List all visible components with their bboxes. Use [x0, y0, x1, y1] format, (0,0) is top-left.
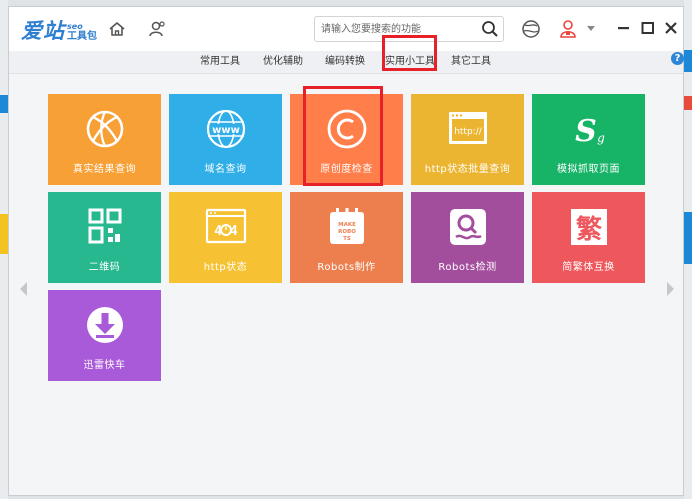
tile-label: 真实结果查询	[73, 164, 136, 175]
http-browser-icon: http://	[449, 112, 487, 144]
help-icon[interactable]: ?	[671, 52, 684, 65]
make-robots-icon-text: MAKE ROBOTS	[338, 222, 356, 240]
browser-globe-icon[interactable]	[521, 19, 541, 39]
logo-sub-text: 工具包	[67, 31, 97, 42]
tile-label: 迅雷快车	[83, 360, 126, 371]
tile-qr-code[interactable]: 二维码	[48, 192, 161, 283]
tab-other-tools[interactable]: 其它工具	[451, 51, 491, 73]
tile-simulate-crawl[interactable]: S g 模拟抓取页面	[532, 94, 645, 185]
svg-text:www: www	[212, 125, 240, 136]
tab-optimization[interactable]: 优化辅助	[263, 51, 303, 73]
robot-face-icon	[450, 209, 486, 245]
svg-text:g: g	[597, 131, 605, 145]
background-fragment	[684, 50, 692, 72]
tile-label: 原创度检查	[320, 164, 373, 175]
tile-label: 简繁体互换	[562, 262, 615, 273]
search-icon[interactable]	[481, 20, 499, 38]
chevron-left-icon[interactable]	[19, 282, 29, 296]
background-fragment	[0, 214, 8, 254]
tab-common-tools[interactable]: 常用工具	[200, 51, 240, 73]
tile-label: Robots制作	[317, 262, 376, 273]
search-box	[314, 16, 504, 42]
tile-label: Robots检测	[438, 262, 497, 273]
error-404-icon: 4 4	[205, 208, 247, 244]
tile-label: 二维码	[88, 262, 121, 273]
tile-http-status[interactable]: 4 4 http状态	[169, 192, 282, 283]
home-icon[interactable]	[107, 20, 127, 38]
user-settings-icon[interactable]	[147, 20, 167, 38]
tile-simplified-traditional[interactable]: 繁 简繁体互换	[532, 192, 645, 283]
tile-domain-query[interactable]: www 域名查询	[169, 94, 282, 185]
title-bar: 爱站 seo 工具包	[9, 7, 683, 52]
chevron-down-icon[interactable]	[587, 26, 595, 31]
sg-logo-icon: S g	[575, 114, 605, 149]
app-window: 爱站 seo 工具包 请输入您要搜索的功能 常用工具 优化辅助 编码转换 实用小…	[8, 6, 684, 496]
tile-robots-check[interactable]: Robots检测	[411, 192, 524, 283]
tile-label: http状态批量查询	[424, 164, 511, 175]
fan-icon-text: 繁	[576, 214, 603, 245]
copyright-icon	[327, 109, 367, 149]
download-icon	[87, 307, 123, 343]
robots-calendar-icon: MAKE ROBOTS	[330, 208, 364, 244]
tab-utilities[interactable]: 实用小工具	[385, 51, 435, 73]
maximize-icon[interactable]	[639, 19, 657, 37]
tile-http-batch-query[interactable]: http:// http状态批量查询	[411, 94, 524, 185]
tab-bar: 常用工具 优化辅助 编码转换 实用小工具 其它工具 ?	[9, 51, 684, 74]
tile-robots-make[interactable]: MAKE ROBOTS Robots制作	[290, 192, 403, 283]
logo-main-text: 爱站	[21, 18, 65, 43]
minimize-icon[interactable]	[615, 19, 633, 37]
chevron-right-icon[interactable]	[665, 282, 675, 296]
traditional-char-icon: 繁	[571, 209, 607, 245]
sg-icon-text: S	[575, 114, 597, 149]
app-logo: 爱站 seo 工具包	[21, 16, 97, 42]
qr-code-icon	[88, 208, 122, 244]
tab-encoding[interactable]: 编码转换	[325, 51, 365, 73]
http-icon-text: http://	[454, 127, 483, 137]
tile-real-result-query[interactable]: 真实结果查询	[48, 94, 161, 185]
tile-label: http状态	[203, 262, 248, 273]
background-fragment	[684, 212, 692, 264]
err404-icon-text: 4 4	[214, 224, 238, 239]
tile-label: 模拟抓取页面	[557, 164, 620, 175]
basketball-icon	[86, 110, 124, 148]
tile-label: 域名查询	[204, 164, 247, 175]
close-icon[interactable]	[662, 19, 680, 37]
background-fragment	[684, 96, 692, 110]
tile-xunlei-flashget[interactable]: 迅雷快车	[48, 290, 161, 381]
user-account-icon[interactable]	[558, 18, 578, 40]
background-fragment	[0, 95, 8, 113]
tool-grid: 真实结果查询 www 域名查询 原创度检查 http:// http状态批量查询…	[9, 74, 683, 495]
search-input[interactable]	[321, 20, 471, 38]
tile-originality-check[interactable]: 原创度检查	[290, 94, 403, 185]
www-globe-icon: www	[206, 109, 246, 149]
